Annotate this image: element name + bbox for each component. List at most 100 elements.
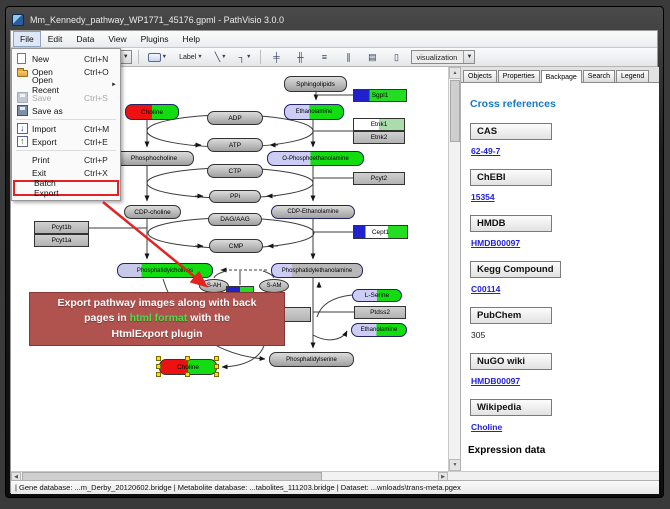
chevron-down-icon[interactable]: ▼: [162, 54, 167, 60]
file-menu-item-new[interactable]: NewCtrl+N: [13, 52, 119, 65]
pathway-node-cmp[interactable]: CMP: [209, 239, 263, 253]
file-menu-item-save[interactable]: SaveCtrl+S: [13, 91, 119, 104]
set-common-width-icon: ∥: [346, 52, 351, 63]
connector-tool-button[interactable]: ┐ ▼: [236, 50, 255, 65]
chevron-down-icon[interactable]: ▼: [246, 54, 251, 60]
pathway-node-pcyt2[interactable]: Pcyt2: [353, 172, 405, 185]
menu-item-label: Batch Export: [34, 178, 82, 198]
line-tool-button[interactable]: ╲ ▼: [212, 50, 230, 65]
tab-legend[interactable]: Legend: [616, 70, 649, 82]
vertical-scroll-thumb[interactable]: [450, 80, 460, 142]
pathway-node-cdp-choline[interactable]: CDP-choline: [124, 205, 181, 219]
selection-handle[interactable]: [185, 372, 190, 377]
menu-item-edit[interactable]: Edit: [41, 31, 70, 47]
pathway-node-pcyt1b[interactable]: Pcyt1b: [34, 221, 89, 234]
pathway-node-etnk2[interactable]: Etnk2: [353, 131, 405, 144]
backpage-section-title: HMDB: [470, 215, 552, 232]
pathway-node-ethanolamine[interactable]: Ethanolamine: [284, 104, 344, 120]
side-panel: ObjectsPropertiesBackpageSearchLegend Cr…: [460, 67, 659, 471]
menu-item-plugins[interactable]: Plugins: [134, 31, 176, 47]
chevron-down-icon[interactable]: ▼: [197, 54, 202, 60]
chevron-down-icon[interactable]: ▼: [463, 51, 474, 63]
callout-line: pages in html format with the: [84, 311, 230, 326]
pathway-node-ptdss2[interactable]: Ptdss2: [354, 306, 406, 319]
pathway-node-atp[interactable]: ATP: [207, 138, 263, 152]
backpage-link[interactable]: 15354: [471, 192, 659, 202]
pathway-node-ctp[interactable]: CTP: [207, 164, 263, 178]
set-common-height-button[interactable]: ≡: [315, 50, 333, 65]
file-menu-item-batch-export[interactable]: Batch Export: [13, 180, 119, 196]
selection-handle[interactable]: [156, 364, 161, 369]
backpage-section-title: NuGO wiki: [470, 353, 552, 370]
align-horizontal-center-button[interactable]: ╪: [267, 50, 285, 65]
file-menu-item-save-as[interactable]: Save as: [13, 104, 119, 117]
selection-handle[interactable]: [185, 356, 190, 361]
tab-backpage[interactable]: Backpage: [541, 70, 582, 83]
tab-objects[interactable]: Objects: [463, 70, 497, 82]
menu-item-data[interactable]: Data: [69, 31, 101, 47]
selection-handle[interactable]: [214, 356, 219, 361]
selection-handle[interactable]: [214, 364, 219, 369]
datanode-icon: [148, 53, 161, 62]
pathway-node-ppi[interactable]: PPi: [209, 190, 261, 203]
pathway-node-sgpl1[interactable]: Sgpl1: [353, 89, 407, 102]
export-icon: [17, 136, 28, 147]
menu-item-view[interactable]: View: [101, 31, 133, 47]
save-icon: [17, 92, 28, 103]
menu-item-help[interactable]: Help: [176, 31, 207, 47]
side-panel-tabs: ObjectsPropertiesBackpageSearchLegend: [461, 67, 659, 83]
pathway-node-phosphatidylcholines[interactable]: Phosphatidylcholines: [117, 263, 213, 278]
selection-handle[interactable]: [214, 372, 219, 377]
backpage-section-title: ChEBI: [470, 169, 552, 186]
pathway-node-etnk1[interactable]: Etnk1: [353, 118, 405, 131]
file-menu-item-export[interactable]: ExportCtrl+E: [13, 135, 119, 148]
file-menu-item-open-recent[interactable]: Open Recent►: [13, 78, 119, 91]
chevron-down-icon[interactable]: ▼: [120, 51, 131, 63]
callout-line: Export pathway images along with back: [58, 296, 257, 311]
align-left-button[interactable]: ▤: [363, 50, 381, 65]
align-vertical-center-button[interactable]: ╫: [291, 50, 309, 65]
chevron-down-icon[interactable]: ▼: [221, 54, 226, 60]
pathway-node-cdp-ethanolamine[interactable]: CDP-Ethanolamine: [271, 205, 355, 219]
pathway-node-dag-aag[interactable]: DAG/AAG: [208, 213, 262, 226]
selection-handle[interactable]: [156, 356, 161, 361]
backpage-link[interactable]: 62-49-7: [471, 146, 659, 156]
pathway-node-cept1[interactable]: Cept1: [353, 225, 408, 239]
backpage-link[interactable]: C00114: [471, 284, 659, 294]
backpage-link[interactable]: HMDB00097: [471, 238, 659, 248]
tab-search[interactable]: Search: [583, 70, 615, 82]
align-top-button[interactable]: ▯: [387, 50, 405, 65]
menu-item-label: Open Recent: [32, 75, 76, 95]
pathway-node-o-phosphoethanolamine[interactable]: O-Phosphoethanolamine: [267, 151, 364, 166]
menu-item-spacer: [17, 167, 28, 178]
menu-item-file[interactable]: File: [13, 31, 41, 47]
backpage-section-title: Wikipedia: [470, 399, 552, 416]
file-menu-item-import[interactable]: ImportCtrl+M: [13, 122, 119, 135]
selection-handle[interactable]: [156, 372, 161, 377]
pathway-node-s-ah[interactable]: S-AH: [199, 279, 229, 293]
pathway-node-adp[interactable]: ADP: [207, 111, 263, 125]
pathway-node-phosphatidylserine[interactable]: Phosphatidylserine: [269, 352, 354, 367]
pathway-node-choline[interactable]: Choline: [125, 104, 179, 120]
pathway-node-phosphocholine[interactable]: Phosphocholine: [114, 151, 194, 166]
title-bar[interactable]: Mm_Kennedy_pathway_WP1771_45176.gpml - P…: [12, 11, 656, 29]
datanode-tool-button[interactable]: ▼: [145, 50, 170, 65]
pathway-node-pcyt1a[interactable]: Pcyt1a: [34, 234, 89, 247]
backpage-link[interactable]: HMDB00097: [471, 376, 659, 386]
canvas-vertical-scrollbar[interactable]: ▲ ▼: [448, 67, 460, 471]
cross-reference-sections: CAS62-49-7ChEBI15354HMDBHMDB00097Kegg Co…: [461, 121, 659, 432]
callout-text: Export pathway images along with back: [58, 297, 257, 309]
backpage-link[interactable]: Choline: [471, 422, 659, 432]
pathway-node-sphingolipids[interactable]: Sphingolipids: [284, 76, 347, 92]
visualization-combobox[interactable]: visualization ▼: [411, 50, 475, 64]
pathway-node-phosphatidylethanolamine[interactable]: Phosphatidylethanolamine: [271, 263, 363, 278]
label-tool-button[interactable]: Label ▼: [176, 50, 206, 65]
pathway-node-l-serine[interactable]: L-Serine: [352, 289, 402, 302]
set-common-width-button[interactable]: ∥: [339, 50, 357, 65]
pathway-node-s-am[interactable]: S-AM: [259, 279, 289, 293]
file-menu-item-print[interactable]: PrintCtrl+P: [13, 153, 119, 166]
pathway-node-ethanolamine[interactable]: Ethanolamine: [351, 323, 407, 337]
tab-properties[interactable]: Properties: [498, 70, 540, 82]
menu-item-label: Save as: [32, 106, 84, 116]
pathvisio-app-icon: [12, 14, 24, 26]
